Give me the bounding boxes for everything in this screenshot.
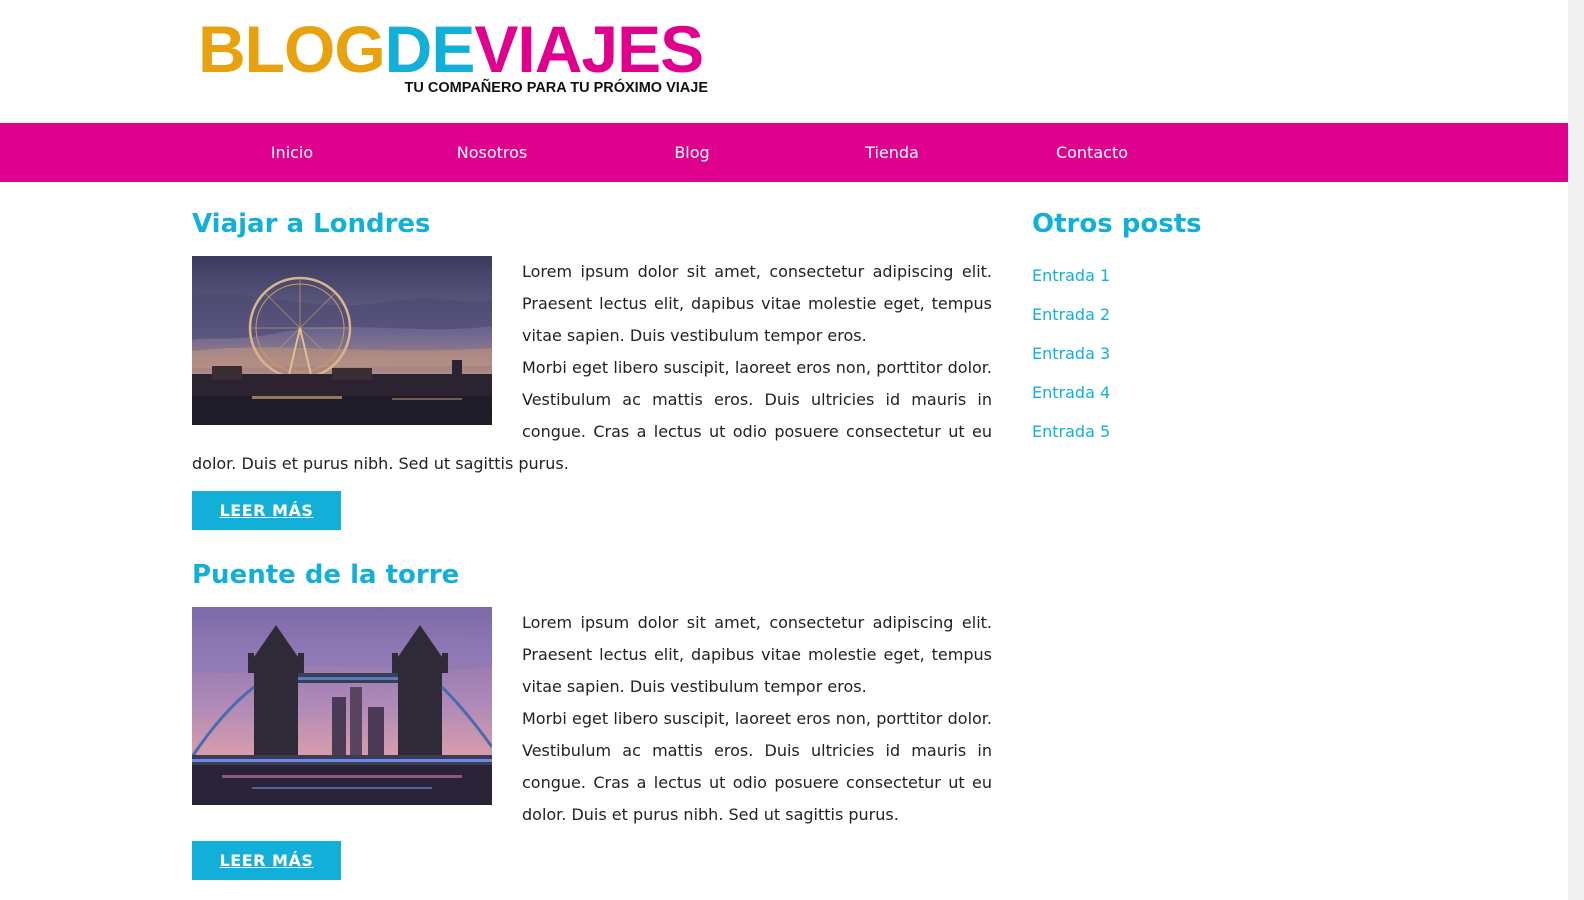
- nav-item-inicio[interactable]: Inicio: [192, 123, 392, 182]
- logo-title: BLOGDEVIAJES: [198, 14, 708, 84]
- sidebar-link-entrada-5[interactable]: Entrada 5: [1032, 422, 1110, 441]
- sidebar-item: Entrada 4: [1032, 373, 1332, 412]
- sidebar-link-entrada-4[interactable]: Entrada 4: [1032, 383, 1110, 402]
- sidebar-item: Entrada 2: [1032, 295, 1332, 334]
- sidebar-item: Entrada 5: [1032, 412, 1332, 451]
- sidebar-item: Entrada 3: [1032, 334, 1332, 373]
- site-header: BLOGDEVIAJES TU COMPAÑERO PARA TU PRÓXIM…: [0, 0, 1584, 123]
- sidebar: Otros posts Entrada 1 Entrada 2 Entrada …: [1032, 182, 1332, 451]
- sidebar-title: Otros posts: [1032, 209, 1202, 239]
- sidebar-item: Entrada 1: [1032, 256, 1332, 295]
- logo-part-viajes: VIAJES: [474, 12, 704, 86]
- post-body: Lorem ipsum dolor sit amet, consectetur …: [192, 607, 992, 831]
- main-navigation: Inicio Nosotros Blog Tienda Contacto: [0, 123, 1568, 182]
- post-title[interactable]: Puente de la torre: [192, 559, 992, 591]
- post-image-tower-bridge[interactable]: [192, 607, 492, 805]
- main-content: Viajar a Londres Lorem ipsum dolor sit a…: [192, 182, 992, 880]
- nav-item-blog[interactable]: Blog: [592, 123, 792, 182]
- sidebar-list: Entrada 1 Entrada 2 Entrada 3 Entrada 4 …: [1032, 256, 1332, 451]
- site-logo[interactable]: BLOGDEVIAJES TU COMPAÑERO PARA TU PRÓXIM…: [198, 14, 708, 96]
- london-eye-illustration: [192, 256, 492, 425]
- sidebar-link-entrada-2[interactable]: Entrada 2: [1032, 305, 1110, 324]
- post-body: Lorem ipsum dolor sit amet, consectetur …: [192, 256, 992, 480]
- nav-item-nosotros[interactable]: Nosotros: [392, 123, 592, 182]
- logo-part-de: DE: [384, 12, 476, 86]
- vertical-scrollbar[interactable]: [1568, 0, 1584, 900]
- nav-item-contacto[interactable]: Contacto: [992, 123, 1192, 182]
- read-more-button[interactable]: LEER MÁS: [192, 841, 341, 880]
- post-image-london-eye[interactable]: [192, 256, 492, 425]
- sidebar-link-entrada-1[interactable]: Entrada 1: [1032, 266, 1110, 285]
- post-title[interactable]: Viajar a Londres: [192, 208, 992, 240]
- blog-post: Viajar a Londres Lorem ipsum dolor sit a…: [192, 208, 992, 530]
- tower-bridge-illustration: [192, 607, 492, 805]
- sidebar-link-entrada-3[interactable]: Entrada 3: [1032, 344, 1110, 363]
- read-more-button[interactable]: LEER MÁS: [192, 491, 341, 530]
- logo-part-blog: BLOG: [198, 12, 386, 86]
- blog-post: Puente de la torre Lorem ipsum dolor sit…: [192, 559, 992, 880]
- nav-item-tienda[interactable]: Tienda: [792, 123, 992, 182]
